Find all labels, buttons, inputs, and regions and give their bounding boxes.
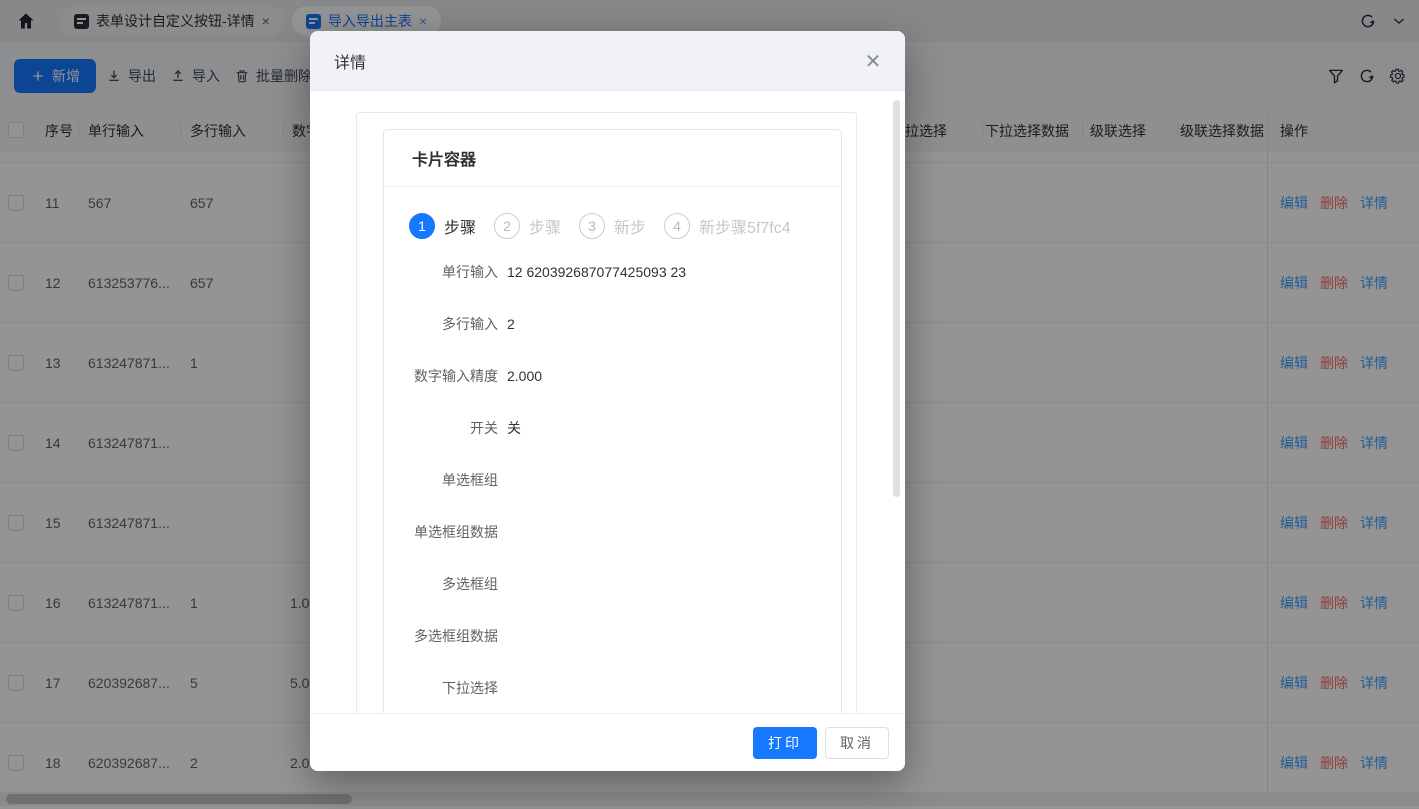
dialog-header: 详情 ✕ <box>310 31 905 91</box>
dialog-title: 详情 <box>334 54 367 72</box>
print-button[interactable]: 打印 <box>753 726 817 759</box>
field-row: 下拉选择 <box>384 662 841 713</box>
dialog-body: 卡片容器 1 步骤 2 步骤 3 新步 4 新步骤5f7fc4 单行输入 12 … <box>310 91 905 713</box>
field-value: 关 <box>507 420 521 436</box>
step-label: 步骤 <box>529 220 562 237</box>
card-title: 卡片容器 <box>384 130 841 187</box>
field-row: 多选框组数据 <box>384 610 841 662</box>
field-row: 单选框组数据 <box>384 506 841 558</box>
step-number: 1 <box>409 213 435 239</box>
steps-bar: 1 步骤 2 步骤 3 新步 4 新步骤5f7fc4 <box>384 187 841 239</box>
field-label: 多选框组 <box>442 576 498 592</box>
field-label: 多行输入 <box>442 316 498 332</box>
step-2[interactable]: 2 步骤 <box>494 213 570 239</box>
detail-fields: 单行输入 12 620392687077425093 23 多行输入 2 数字输… <box>384 246 841 713</box>
step-4[interactable]: 4 新步骤5f7fc4 <box>664 213 800 239</box>
card-container: 卡片容器 1 步骤 2 步骤 3 新步 4 新步骤5f7fc4 单行输入 12 … <box>383 129 842 713</box>
field-value: 2 <box>507 316 515 332</box>
close-icon[interactable]: ✕ <box>861 49 885 73</box>
field-row: 单选框组 <box>384 454 841 506</box>
field-label: 数字输入精度 <box>414 368 498 384</box>
dialog-scrollbar-thumb[interactable] <box>893 100 900 497</box>
step-number: 4 <box>664 213 691 239</box>
field-label: 单选框组 <box>442 472 498 488</box>
step-number: 3 <box>579 213 606 239</box>
field-value: 2.000 <box>507 368 543 384</box>
step-label: 新步骤5f7fc4 <box>699 220 791 237</box>
dialog-footer: 打印 取消 <box>310 713 905 771</box>
step-number: 2 <box>494 213 521 239</box>
form-preview-container: 卡片容器 1 步骤 2 步骤 3 新步 4 新步骤5f7fc4 单行输入 12 … <box>356 112 857 713</box>
step-3[interactable]: 3 新步 <box>579 213 655 239</box>
field-label: 开关 <box>470 420 498 436</box>
step-1[interactable]: 1 步骤 <box>409 213 485 239</box>
field-label: 下拉选择 <box>442 680 498 696</box>
field-row: 数字输入精度 2.000 <box>384 350 841 402</box>
detail-dialog: 详情 ✕ 卡片容器 1 步骤 2 步骤 3 新步 4 新步骤5f7fc4 单行输… <box>310 31 905 771</box>
field-label: 单行输入 <box>442 264 498 280</box>
field-label: 单选框组数据 <box>414 524 498 540</box>
field-row: 多行输入 2 <box>384 298 841 350</box>
field-label: 多选框组数据 <box>414 628 498 644</box>
app-screen: 表单设计自定义按钮-详情 × 导入导出主表 × 新增 导出 导入 批量删除 序号… <box>0 0 1419 809</box>
field-row: 单行输入 12 620392687077425093 23 <box>384 246 841 298</box>
step-label: 步骤 <box>444 220 477 237</box>
cancel-button[interactable]: 取消 <box>825 726 889 759</box>
field-row: 开关 关 <box>384 402 841 454</box>
field-value: 12 620392687077425093 23 <box>507 264 687 280</box>
field-row: 多选框组 <box>384 558 841 610</box>
step-label: 新步 <box>614 220 647 237</box>
